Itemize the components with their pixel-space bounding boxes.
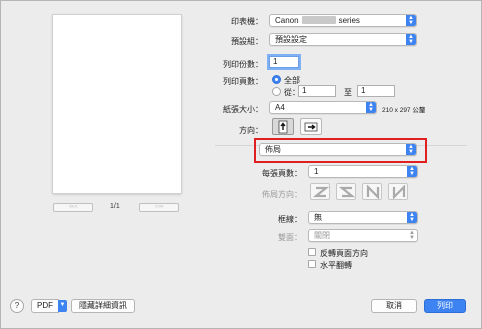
presets-label: 預設組： — [231, 37, 263, 46]
first-prev-page-button[interactable]: << < — [53, 203, 93, 212]
paper-size-popup[interactable]: A4 ▲ ▼ — [269, 101, 377, 114]
layout-z-button[interactable] — [310, 183, 330, 200]
help-button[interactable]: ? — [10, 299, 24, 313]
pages-to-field[interactable]: 1 — [357, 85, 395, 97]
layout-mirrored-n-button[interactable] — [388, 183, 408, 200]
presets-popup[interactable]: 預設設定 ▲ ▼ — [269, 33, 417, 46]
layout-z-icon — [313, 186, 329, 198]
layout-s-button[interactable] — [336, 183, 356, 200]
pages-per-sheet-label: 每張頁數： — [262, 169, 302, 178]
pages-per-sheet-popup[interactable]: 1 ▲ ▼ — [308, 165, 418, 178]
highlight-box — [254, 138, 427, 163]
printer-label: 印表機： — [231, 17, 263, 26]
chevron-down-icon[interactable]: ▼ — [58, 300, 67, 312]
two-sided-value: 關閉 — [314, 231, 330, 240]
presets-value: 預設設定 — [275, 35, 307, 44]
pdf-button[interactable]: PDF — [31, 299, 59, 313]
next-last-page-button[interactable]: > >> — [139, 203, 179, 212]
cancel-button[interactable]: 取消 — [371, 299, 417, 313]
chevron-updown-icon: ▲ ▼ — [409, 230, 415, 241]
layout-mirrored-n-icon — [392, 185, 406, 199]
flip-horizontal-label: 水平翻轉 — [320, 261, 352, 270]
layout-direction-label: 佈局方向： — [262, 190, 302, 199]
printer-model-blurred — [301, 16, 336, 24]
printer-popup[interactable]: Canon series ▲ ▼ — [269, 14, 417, 27]
orientation-label: 方向： — [239, 126, 263, 135]
layout-n-icon — [366, 185, 380, 199]
pages-all-radio[interactable] — [272, 75, 281, 84]
pages-from-field[interactable]: 1 — [298, 85, 336, 97]
paper-size-label: 紙張大小： — [223, 105, 263, 114]
paper-dimensions: 210 x 297 公釐 — [382, 107, 426, 114]
border-label: 框線： — [278, 215, 302, 224]
print-button[interactable]: 列印 — [424, 299, 466, 313]
copies-label: 列印份數： — [223, 60, 263, 69]
page-indicator: 1/1 — [110, 203, 120, 210]
chevron-updown-icon: ▲ ▼ — [406, 15, 416, 26]
chevron-updown-icon: ▲ ▼ — [407, 212, 417, 223]
portrait-button[interactable] — [272, 118, 294, 135]
print-dialog: << < 1/1 > >> 印表機： Canon series ▲ ▼ 預設組： 預… — [0, 0, 482, 329]
pages-to-label: 至 — [344, 88, 352, 97]
printer-name-suffix: series — [338, 16, 360, 25]
printer-name-prefix: Canon — [275, 16, 299, 25]
reverse-page-label: 反轉頁面方向 — [320, 249, 368, 258]
pages-range-radio[interactable] — [272, 87, 281, 96]
flip-horizontal-checkbox[interactable] — [308, 260, 316, 268]
two-sided-popup[interactable]: 關閉 ▲ ▼ — [308, 229, 418, 242]
chevron-updown-icon: ▲ ▼ — [406, 34, 416, 45]
layout-n-button[interactable] — [362, 183, 382, 200]
chevron-updown-icon: ▲ ▼ — [366, 102, 376, 113]
hide-details-button[interactable]: 隱藏詳細資訊 — [71, 299, 135, 313]
border-value: 無 — [314, 213, 322, 222]
landscape-button[interactable] — [300, 118, 322, 135]
landscape-icon — [304, 122, 318, 132]
pages-label: 列印頁數： — [223, 77, 263, 86]
layout-s-icon — [339, 186, 355, 198]
preview-pager: << < 1/1 > >> — [53, 203, 181, 213]
page-preview — [53, 15, 181, 193]
copies-field[interactable]: 1 — [269, 56, 299, 68]
portrait-icon — [278, 120, 288, 134]
two-sided-label: 雙面： — [278, 233, 302, 242]
border-popup[interactable]: 無 ▲ ▼ — [308, 211, 418, 224]
paper-size-value: A4 — [275, 103, 285, 112]
pages-per-sheet-value: 1 — [314, 167, 319, 176]
reverse-page-checkbox[interactable] — [308, 248, 316, 256]
chevron-updown-icon: ▲ ▼ — [407, 166, 417, 177]
